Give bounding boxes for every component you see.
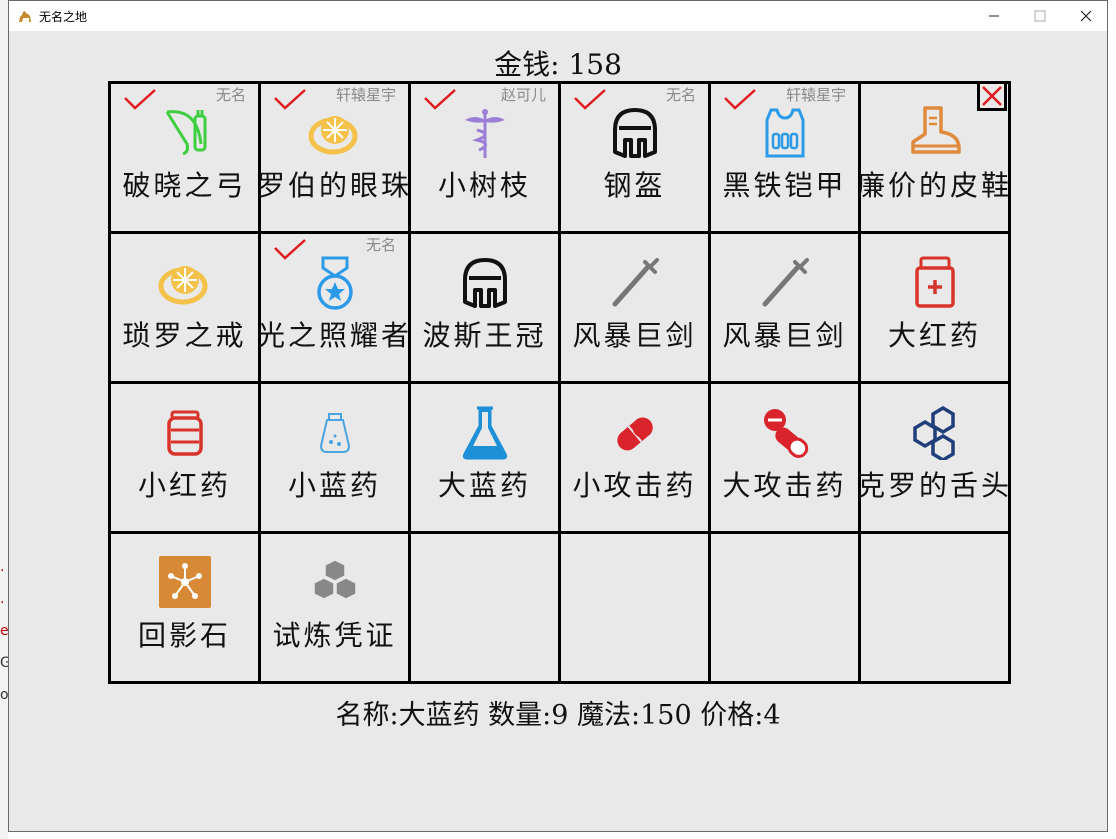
window-title: 无名之地 [39, 9, 88, 24]
owner-label: 无名 [215, 86, 246, 104]
network-stone-icon [158, 556, 211, 608]
inventory-slot[interactable] [561, 534, 711, 684]
title-bar[interactable]: 无名之地 [9, 1, 1107, 31]
inventory-slot[interactable]: 小蓝药 [261, 384, 411, 534]
inventory-slot[interactable]: 小攻击药 [561, 384, 711, 534]
inventory-slot[interactable]: 风暴巨剑 [711, 234, 861, 384]
maximize-icon [1034, 10, 1046, 22]
inventory-slot[interactable] [411, 534, 561, 684]
vest-icon [765, 108, 804, 158]
boot-icon [910, 106, 961, 154]
gold-display: 金钱: 158 [494, 48, 622, 81]
medkit-icon [914, 256, 955, 308]
minimize-icon [989, 15, 999, 17]
inventory-slot[interactable]: 无名 破晓之弓 [111, 84, 261, 234]
inventory-slot[interactable]: 小红药 [111, 384, 261, 534]
cubes-icon [312, 559, 357, 600]
item-name: 大红药 [887, 319, 981, 352]
inventory-slot[interactable]: 回影石 [111, 534, 261, 684]
ring-icon [158, 266, 207, 305]
inventory-slot[interactable]: 大红药 [861, 234, 1011, 384]
checkmark-icon [274, 239, 306, 260]
helmet-icon [462, 258, 507, 308]
item-name: 试炼凭证 [272, 619, 397, 652]
minimize-button[interactable] [971, 1, 1017, 31]
caduceus-icon [464, 109, 505, 158]
inventory-slot[interactable]: 试炼凭证 [261, 534, 411, 684]
maximize-button[interactable] [1017, 1, 1063, 31]
inventory-slot[interactable]: 轩辕星宇 黑铁铠甲 [711, 84, 861, 234]
inventory-slot[interactable]: 无名 光之照耀者 [257, 234, 411, 384]
hexagons-icon [912, 405, 955, 460]
owner-label: 轩辕星宇 [335, 86, 396, 104]
inventory-slot[interactable]: 大蓝药 [411, 384, 561, 534]
checkmark-icon [424, 89, 456, 110]
bow-icon [165, 110, 206, 156]
owner-label: 轩辕星宇 [785, 86, 846, 104]
background-app-edge: . . e G o [0, 0, 8, 839]
inventory-slot[interactable]: 风暴巨剑 [561, 234, 711, 384]
jar-icon [166, 410, 203, 456]
inventory-slot[interactable]: 波斯王冠 [411, 234, 561, 384]
owner-label: 无名 [365, 236, 396, 254]
potion-bottle-icon [319, 413, 350, 453]
checkmark-icon [724, 89, 756, 110]
game-window: 无名之地 金钱: 158 无名 破晓之弓 轩辕星宇 罗伯的眼珠 赵可儿 小树枝 无名 钢盔 轩辕… [8, 0, 1108, 832]
owner-label: 无名 [665, 86, 696, 104]
ring-icon [308, 116, 357, 155]
window-close-button[interactable] [1063, 1, 1109, 31]
inventory-slot[interactable]: 赵可儿 小树枝 [411, 84, 561, 234]
sword-icon [762, 258, 809, 307]
item-name: 克罗的舌头 [856, 469, 1012, 502]
inventory-slot[interactable]: 无名 钢盔 [561, 84, 711, 234]
inventory-slot[interactable] [861, 534, 1011, 684]
helmet-icon [612, 108, 657, 158]
flask-icon [462, 406, 507, 460]
item-name: 廉价的皮鞋 [856, 169, 1012, 202]
inventory-slot[interactable]: 琐罗之戒 [111, 234, 261, 384]
inventory-slot[interactable]: 克罗的舌头 [857, 384, 1011, 534]
inventory-grid: 无名 破晓之弓 轩辕星宇 罗伯的眼珠 赵可儿 小树枝 无名 钢盔 轩辕星宇 黑铁铠甲 廉价的皮鞋琐罗… [108, 81, 1011, 684]
close-icon [982, 86, 1002, 106]
inventory-slot[interactable]: 大攻击药 [711, 384, 861, 534]
selected-item-info: 名称:大蓝药 数量:9 魔法:150 价格:4 [335, 700, 781, 731]
inventory-close-button[interactable] [977, 81, 1007, 111]
sword-icon [612, 258, 659, 307]
medal-icon [316, 256, 353, 310]
capsule-icon [616, 417, 653, 451]
owner-label: 赵可儿 [500, 86, 546, 104]
pills-icon [763, 409, 808, 458]
checkmark-icon [574, 89, 606, 110]
inventory-slot[interactable] [711, 534, 861, 684]
checkmark-icon [274, 89, 306, 110]
close-icon [1080, 10, 1092, 22]
inventory-slot[interactable]: 轩辕星宇 罗伯的眼珠 [257, 84, 411, 234]
checkmark-icon [124, 89, 156, 110]
camel-icon [19, 11, 31, 22]
